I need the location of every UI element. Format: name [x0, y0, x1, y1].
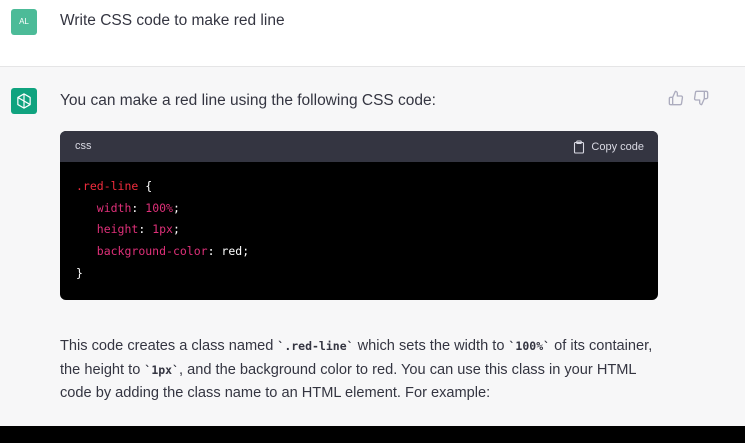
code-punctuation: : — [138, 222, 153, 237]
para-text: This code creates a class named — [60, 338, 278, 354]
code-value: red — [221, 244, 243, 259]
code-block-header: css Copy code — [60, 131, 658, 162]
assistant-avatar — [11, 88, 37, 114]
clipboard-icon — [574, 139, 585, 154]
inline-code: `.red-line` — [277, 339, 354, 353]
code-property: width — [96, 200, 132, 215]
code-selector: .red-line — [76, 179, 139, 193]
openai-logo-icon — [17, 93, 31, 109]
code-punctuation: ; — [172, 222, 180, 237]
code-content: .red-line { width: 100%; height: 1px; ba… — [76, 176, 249, 285]
code-value: 100% — [145, 200, 173, 215]
user-avatar: AL — [11, 9, 37, 35]
copy-code-label: Copy code — [591, 140, 644, 153]
user-message-text: Write CSS code to make red line — [60, 12, 285, 29]
inline-code: `100%` — [508, 339, 551, 353]
thumbs-up-icon — [668, 90, 684, 106]
user-message-row: AL Write CSS code to make red line — [0, 0, 745, 67]
code-punctuation: : — [207, 244, 222, 259]
bottom-overlay-strip — [0, 426, 745, 443]
thumbs-down-button[interactable] — [693, 90, 709, 106]
code-punctuation: ; — [172, 200, 180, 215]
code-language-label: css — [75, 140, 92, 152]
code-punctuation: : — [131, 200, 146, 215]
code-punctuation: ; — [242, 244, 250, 259]
code-value: 1px — [152, 222, 173, 237]
para-text: which sets the width to — [353, 338, 509, 354]
code-punctuation: } — [76, 265, 83, 280]
assistant-intro-text: You can make a red line using the follow… — [60, 92, 436, 109]
thumbs-down-icon — [693, 90, 709, 106]
code-punctuation: { — [138, 179, 153, 193]
thumbs-up-button[interactable] — [668, 90, 684, 106]
code-property: height — [96, 222, 139, 237]
inline-code: `1px` — [144, 362, 180, 377]
code-property: background-color — [96, 244, 208, 259]
copy-code-button[interactable]: Copy code — [573, 138, 644, 155]
code-block: css Copy code .red-line { width: 100%; h… — [60, 131, 658, 300]
assistant-explanation-text: This code creates a class named `.red-li… — [60, 335, 670, 406]
assistant-message-row: You can make a red line using the follow… — [0, 67, 745, 426]
